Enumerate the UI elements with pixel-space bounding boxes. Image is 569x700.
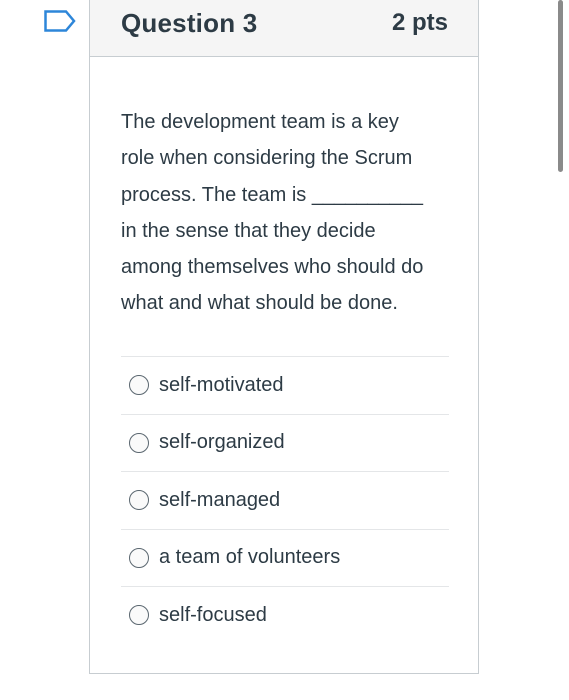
question-text-line: process. The team is __________ bbox=[121, 183, 424, 206]
radio-button-icon[interactable] bbox=[129, 375, 149, 396]
answer-label[interactable]: self-managed bbox=[159, 489, 280, 512]
answer-option-team-of-volunteers[interactable]: a team of volunteers bbox=[121, 528, 449, 587]
radio-button-icon[interactable] bbox=[129, 432, 149, 453]
question-text-line: what and what should be done. bbox=[121, 292, 398, 315]
answer-label[interactable]: self-focused bbox=[159, 604, 267, 627]
question-text: The development team is a key role when … bbox=[121, 104, 451, 322]
question-text-line: role when considering the Scrum bbox=[121, 147, 413, 170]
vertical-scrollbar[interactable] bbox=[558, 0, 563, 172]
question-text-line: The development team is a key bbox=[121, 111, 399, 133]
answer-label[interactable]: self-organized bbox=[159, 431, 285, 454]
answer-list: self-motivated self-organized self-manag… bbox=[121, 356, 449, 644]
question-header: Question 3 2 pts bbox=[90, 0, 478, 57]
answer-label[interactable]: self-motivated bbox=[159, 374, 284, 397]
question-title: Question 3 bbox=[121, 8, 258, 38]
answer-option-self-organized[interactable]: self-organized bbox=[121, 413, 449, 472]
answer-option-self-focused[interactable]: self-focused bbox=[121, 586, 449, 644]
answer-option-self-managed[interactable]: self-managed bbox=[121, 471, 449, 529]
quiz-page: Question 3 2 pts The development team is… bbox=[0, 0, 569, 700]
question-text-line: in the sense that they decide bbox=[121, 219, 376, 242]
answer-option-self-motivated[interactable]: self-motivated bbox=[121, 356, 449, 414]
radio-button-icon[interactable] bbox=[129, 547, 149, 568]
question-points: 2 pts bbox=[391, 9, 448, 36]
question-text-line: among themselves who should do bbox=[121, 256, 424, 279]
answer-label[interactable]: a team of volunteers bbox=[159, 546, 340, 569]
question-card: Question 3 2 pts The development team is… bbox=[89, 0, 479, 674]
radio-button-icon[interactable] bbox=[129, 605, 149, 626]
flag-question-icon[interactable] bbox=[44, 10, 76, 32]
radio-button-icon[interactable] bbox=[129, 490, 149, 511]
